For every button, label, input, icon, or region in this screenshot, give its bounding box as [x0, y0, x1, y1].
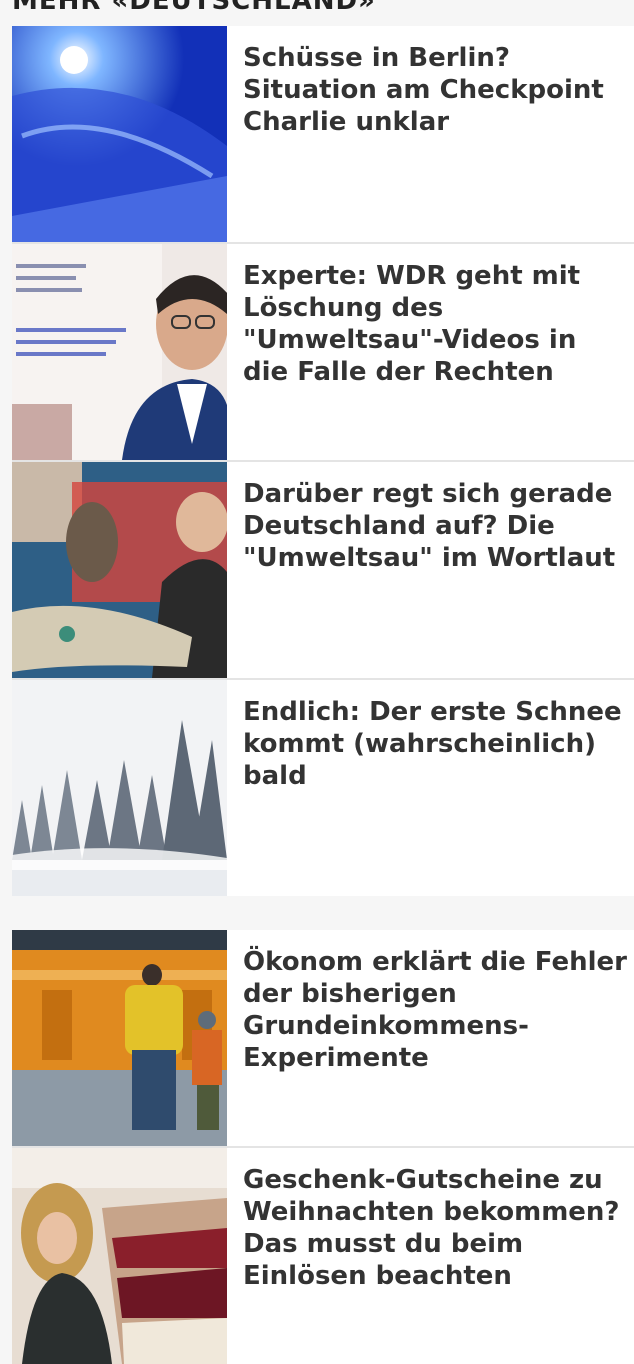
article-headline[interactable]: Endlich: Der erste Schnee kommt (wahrsch…	[227, 680, 634, 896]
article-image-snowy-forest[interactable]	[12, 680, 227, 896]
section-title: MEHR «DEUTSCHLAND»	[12, 0, 376, 16]
clothing-image	[12, 1148, 227, 1364]
article-link[interactable]: Darüber regt sich gerade Deutschland auf…	[12, 462, 634, 678]
subway-image	[12, 930, 227, 1146]
article-link[interactable]: Endlich: Der erste Schnee kommt (wahrsch…	[12, 680, 634, 896]
article-headline[interactable]: Ökonom erklärt die Fehler der bisherigen…	[227, 930, 634, 1146]
article-card[interactable]: Schüsse in Berlin? Situation am Checkpoi…	[12, 26, 634, 244]
article-headline[interactable]: Experte: WDR geht mit Löschung des "Umwe…	[227, 244, 634, 460]
article-card[interactable]: Experte: WDR geht mit Löschung des "Umwe…	[12, 244, 634, 462]
article-card[interactable]: Geschenk-Gutscheine zu Weihnachten bekom…	[12, 1148, 634, 1364]
article-image-police-car[interactable]	[12, 26, 227, 242]
article-list-bottom: Ökonom erklärt die Fehler der bisherigen…	[12, 930, 634, 1364]
article-headline[interactable]: Geschenk-Gutscheine zu Weihnachten bekom…	[227, 1148, 634, 1364]
article-list-top: Schüsse in Berlin? Situation am Checkpoi…	[12, 26, 634, 896]
article-card[interactable]: Ökonom erklärt die Fehler der bisherigen…	[12, 930, 634, 1148]
snow-forest-image	[12, 680, 227, 896]
article-link[interactable]: Experte: WDR geht mit Löschung des "Umwe…	[12, 244, 634, 460]
police-car-image	[12, 26, 227, 242]
article-image-umweltsau-collage[interactable]	[12, 462, 227, 678]
article-card[interactable]: Darüber regt sich gerade Deutschland auf…	[12, 462, 634, 680]
article-link[interactable]: Geschenk-Gutscheine zu Weihnachten bekom…	[12, 1148, 634, 1364]
article-headline[interactable]: Schüsse in Berlin? Situation am Checkpoi…	[227, 26, 634, 242]
portrait-image	[12, 244, 227, 460]
collage-image	[12, 462, 227, 678]
article-link[interactable]: Schüsse in Berlin? Situation am Checkpoi…	[12, 26, 634, 242]
article-image-expert-portrait[interactable]	[12, 244, 227, 460]
article-card[interactable]: Endlich: Der erste Schnee kommt (wahrsch…	[12, 680, 634, 896]
article-link[interactable]: Ökonom erklärt die Fehler der bisherigen…	[12, 930, 634, 1146]
article-image-subway-platform[interactable]	[12, 930, 227, 1146]
article-headline[interactable]: Darüber regt sich gerade Deutschland auf…	[227, 462, 634, 678]
article-image-clothing-rack[interactable]	[12, 1148, 227, 1364]
